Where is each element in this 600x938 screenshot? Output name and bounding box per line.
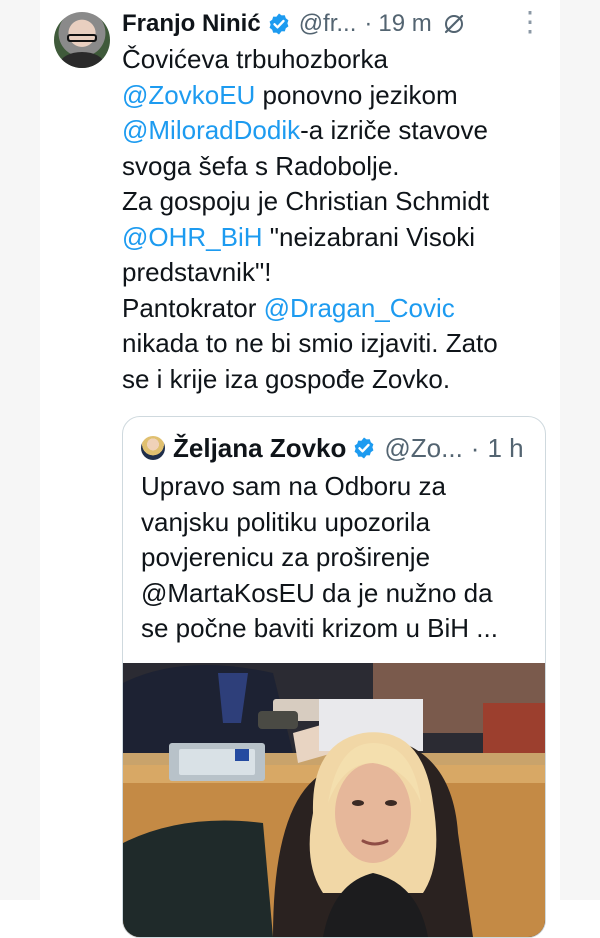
quoted-text-line: vanjsku politiku upozorila <box>141 506 431 537</box>
avatar-glasses <box>67 34 97 42</box>
tweet-text-segment: se i krije iza gospođe Zovko. <box>122 363 451 394</box>
tweet-text-line: predstavnik"! <box>122 255 552 291</box>
tweet-text-line: Pantokrator @Dragan_Covic <box>122 291 552 327</box>
tweet-header: Franjo Ninić @fr... · 19 m <box>122 6 552 42</box>
tweet-text-segment: "neizabrani Visoki <box>262 221 476 252</box>
quoted-author-name[interactable]: Željana Zovko <box>173 433 346 464</box>
mention-link[interactable]: @ZovkoEU <box>122 80 255 110</box>
tweet-text-segment: Pantokrator <box>122 292 264 323</box>
committee-photo <box>123 663 545 937</box>
mention-link[interactable]: @Dragan_Covic <box>264 293 455 323</box>
grok-icon[interactable] <box>442 12 466 36</box>
mention-link[interactable]: @OHR_BiH <box>122 222 263 252</box>
timestamp[interactable]: 19 m <box>378 10 431 38</box>
tweet-text-segment: Za gospoju je Christian Schmidt <box>122 186 490 216</box>
tweet-text-segment: nikada to ne bi smio izjaviti. Zato <box>122 328 498 358</box>
right-gutter <box>560 0 600 900</box>
tweet-text-line: Čovićeva trbuhozborka <box>122 42 552 78</box>
author-avatar[interactable] <box>54 12 110 68</box>
author-handle[interactable]: @fr... <box>299 10 357 38</box>
tweet-text-segment: ponovno jezikom <box>255 79 458 110</box>
tweet-text: Čovićeva trbuhozborka @ZovkoEU ponovno je… <box>122 42 552 397</box>
tweet-text-segment: -a izriče stavove <box>300 115 488 145</box>
quoted-text-line: povjerenicu za proširenje <box>141 542 431 572</box>
quoted-author-avatar[interactable] <box>141 436 165 460</box>
verified-badge-icon <box>354 437 374 459</box>
quoted-tweet-header: Željana Zovko @Zo... · 1 h <box>141 431 541 465</box>
quoted-tweet[interactable]: Željana Zovko @Zo... · 1 h Upravo sam na… <box>122 416 546 938</box>
tweet-text-segment: Čovićeva trbuhozborka <box>122 44 388 74</box>
avatar-shirt <box>60 52 104 68</box>
tweet-text-line: @MiloradDodik-a izriče stavove <box>122 113 552 149</box>
quoted-author-handle[interactable]: @Zo... <box>384 433 462 464</box>
tweet-text-line: se i krije iza gospođe Zovko. <box>122 362 552 398</box>
separator-dot: · <box>364 10 373 37</box>
quoted-tweet-text: Upravo sam na Odboru za vanjsku politiku … <box>141 469 537 647</box>
author-name[interactable]: Franjo Ninić <box>122 10 261 38</box>
tweet-text-line: @ZovkoEU ponovno jezikom <box>122 78 552 114</box>
quoted-media-image[interactable] <box>123 663 545 937</box>
tweet-text-line: @OHR_BiH "neizabrani Visoki <box>122 220 552 256</box>
tweet[interactable]: Franjo Ninić @fr... · 19 m ⋮ Čovićeva tr… <box>40 0 560 938</box>
tweet-text-segment: svoga šefa s Radobolje. <box>122 150 400 181</box>
quoted-timestamp[interactable]: 1 h <box>487 433 523 464</box>
quoted-text-line: se počne baviti krizom u BiH ... <box>141 613 498 643</box>
more-icon[interactable]: ⋮ <box>516 8 544 36</box>
tweet-text-segment: predstavnik"! <box>122 257 272 287</box>
verified-badge-icon <box>269 13 289 35</box>
tweet-text-line: nikada to ne bi smio izjaviti. Zato <box>122 326 552 362</box>
left-gutter <box>0 0 40 900</box>
separator-dot: · <box>470 432 480 463</box>
mention-link[interactable]: @MiloradDodik <box>122 115 300 145</box>
quoted-text-line: Upravo sam na Odboru za <box>141 471 446 501</box>
quoted-text-line: @MartaKosEU da je nužno da <box>141 577 493 608</box>
tweet-text-line: svoga šefa s Radobolje. <box>122 149 552 185</box>
tweet-text-line: Za gospoju je Christian Schmidt <box>122 184 552 220</box>
